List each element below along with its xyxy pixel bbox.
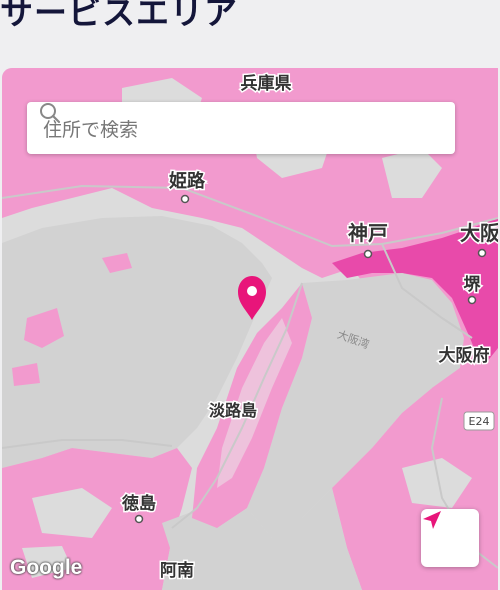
label-anan: 阿南: [160, 560, 194, 581]
label-osaka-pref: 大阪府: [439, 345, 490, 366]
label-osaka: 大阪: [460, 221, 498, 245]
coverage-map[interactable]: E24 兵庫県 姫路 神戸 大阪 堺 大阪府 淡路島 徳島 阿南 大阪湾 住所で…: [2, 68, 498, 590]
svg-text:E24: E24: [469, 415, 490, 428]
label-awaji: 淡路島: [209, 401, 257, 420]
label-kobe: 神戸: [348, 221, 388, 245]
search-input[interactable]: 住所で検索: [27, 102, 455, 154]
label-himeji: 姫路: [169, 170, 206, 192]
page-title: サービスエリア: [0, 0, 238, 32]
google-logo: Google: [10, 556, 83, 579]
route-shield-e24: E24: [463, 411, 495, 431]
locate-me-button[interactable]: [421, 509, 479, 567]
label-hyogo: 兵庫県: [241, 73, 292, 94]
label-sakai: 堺: [464, 274, 482, 295]
search-icon: [40, 103, 61, 124]
label-tokushima: 徳島: [121, 493, 156, 514]
navigation-arrow-icon: [423, 511, 441, 529]
